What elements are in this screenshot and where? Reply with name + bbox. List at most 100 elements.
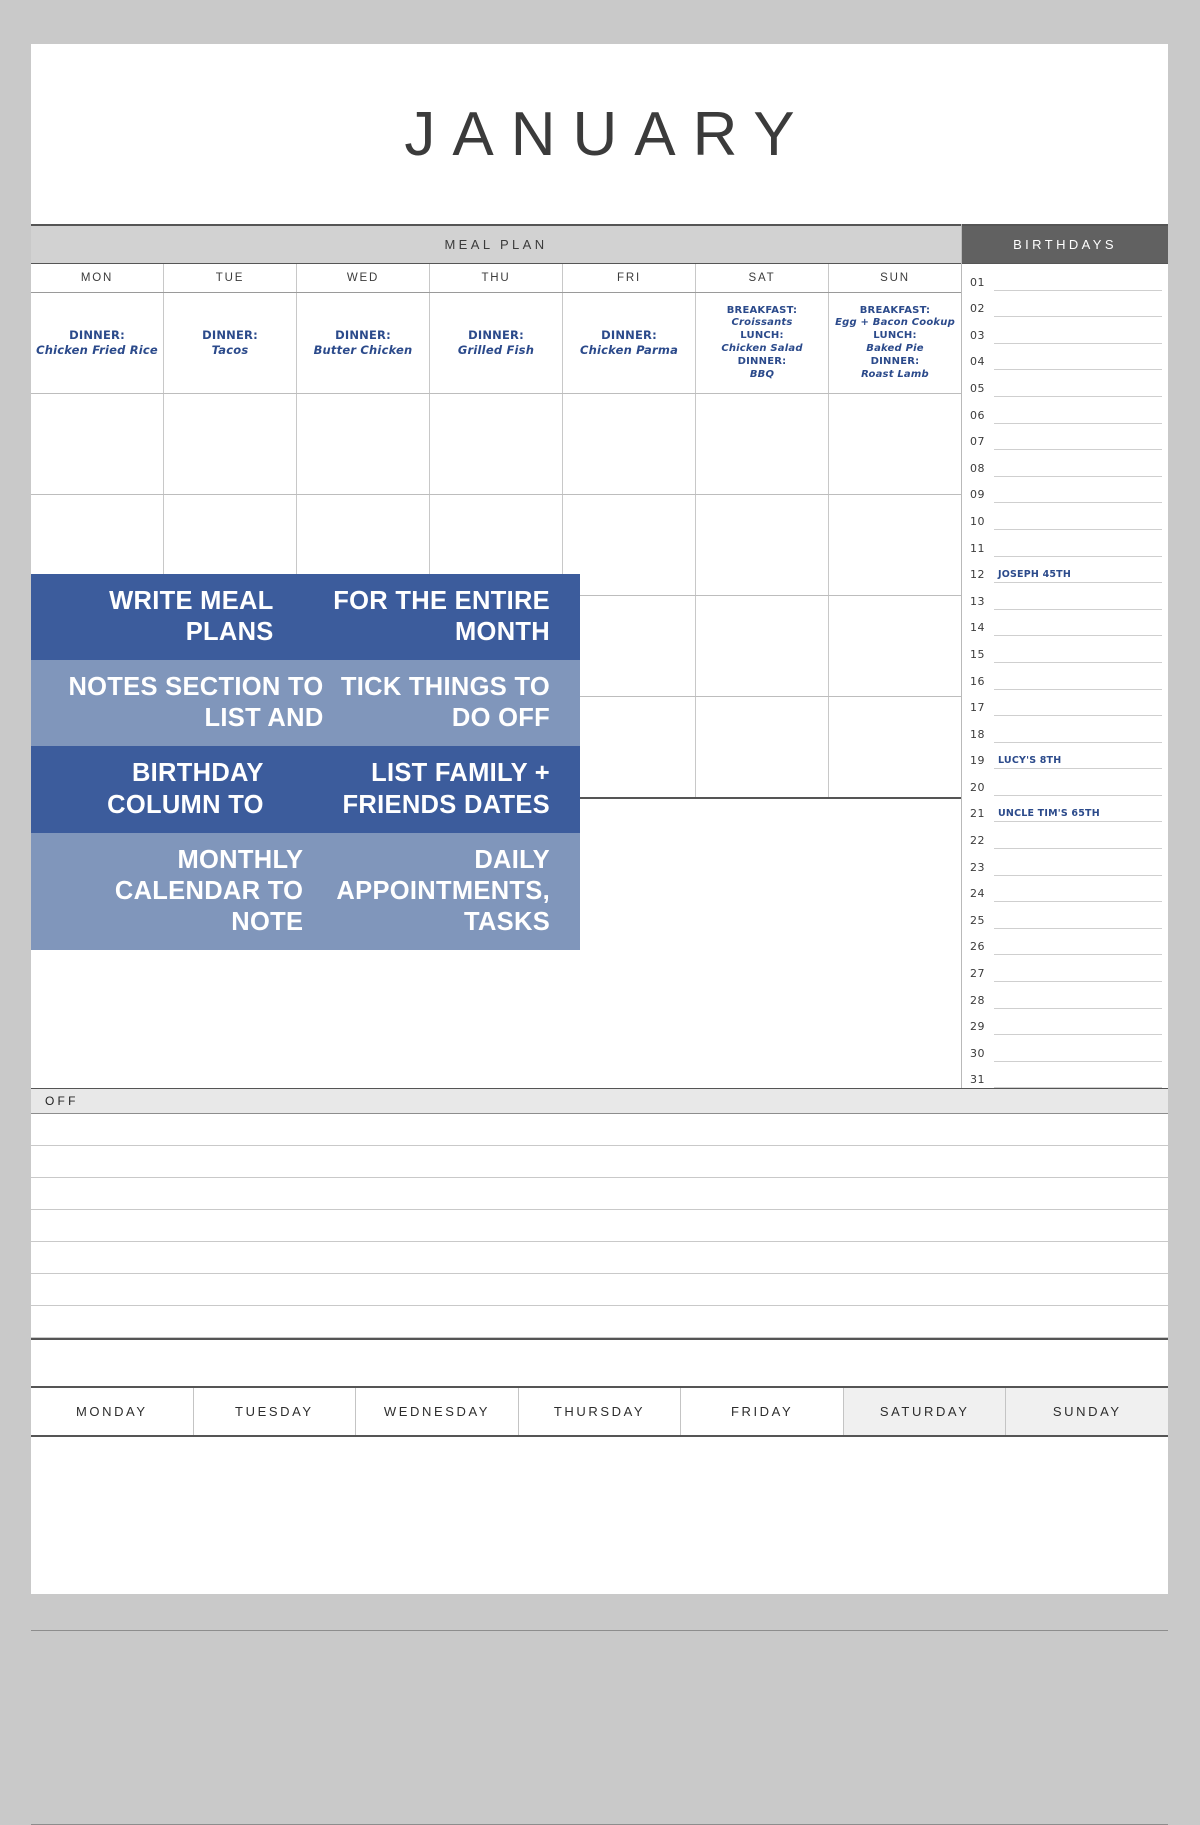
birthday-entry-line[interactable] — [994, 503, 1162, 530]
birthday-row[interactable]: 12 JOSEPH 45TH — [962, 557, 1168, 584]
meal-entry: BREAKFAST: Croissants LUNCH: Chicken Salad D… — [721, 304, 803, 380]
meal-plan-cell[interactable] — [696, 596, 829, 696]
meal-plan-cell[interactable] — [696, 697, 829, 797]
birthday-row[interactable]: 20 — [962, 769, 1168, 796]
birthday-row[interactable]: 03 — [962, 317, 1168, 344]
birthday-row[interactable]: 14 — [962, 610, 1168, 637]
birthday-entry-line[interactable] — [994, 1009, 1162, 1036]
birthday-row[interactable]: 13 — [962, 583, 1168, 610]
meal-plan-cell[interactable] — [696, 495, 829, 595]
birthday-row[interactable]: 31 — [962, 1062, 1168, 1089]
birthday-entry-line[interactable] — [994, 690, 1162, 717]
meal-plan-day-label: FRI — [563, 264, 696, 292]
birthday-entry-line[interactable] — [994, 1062, 1162, 1089]
birthday-entry-line[interactable]: UNCLE TIM'S 65TH — [994, 796, 1162, 823]
meal-plan-cell[interactable] — [31, 394, 164, 494]
birthday-entry-line[interactable] — [994, 982, 1162, 1009]
birthday-entry-line[interactable] — [994, 477, 1162, 504]
meal-plan-cell[interactable]: DINNER: Grilled Fish — [430, 293, 563, 393]
meal-plan-cell[interactable]: BREAKFAST: Egg + Bacon Cookup LUNCH: Baked … — [829, 293, 961, 393]
meal-plan-cell[interactable] — [563, 394, 696, 494]
birthday-entry-line[interactable] — [994, 955, 1162, 983]
birthday-row[interactable]: 15 — [962, 636, 1168, 663]
meal-plan-cell[interactable] — [563, 697, 696, 797]
birthday-entry-line[interactable] — [994, 929, 1162, 956]
birthday-row[interactable]: 25 — [962, 902, 1168, 929]
note-line[interactable] — [31, 1306, 1168, 1339]
birthday-entry-line[interactable] — [994, 663, 1162, 690]
birthday-row[interactable]: 08 — [962, 450, 1168, 477]
birthday-row[interactable]: 21 UNCLE TIM'S 65TH — [962, 796, 1168, 823]
meal-plan-cell[interactable] — [829, 495, 961, 595]
meal-plan-cell[interactable]: DINNER: Chicken Fried Rice — [31, 293, 164, 393]
note-line[interactable] — [31, 1242, 1168, 1275]
birthday-row[interactable]: 18 — [962, 716, 1168, 743]
calendar-day-label: SUNDAY — [1006, 1388, 1169, 1436]
birthday-row[interactable]: 16 — [962, 663, 1168, 690]
meal-plan-cell[interactable] — [829, 596, 961, 696]
birthday-entry-line[interactable] — [994, 902, 1162, 929]
note-line[interactable] — [31, 1178, 1168, 1211]
birthday-day-number: 11 — [970, 541, 985, 555]
birthday-row[interactable]: 07 — [962, 424, 1168, 451]
birthday-row[interactable]: 01 — [962, 264, 1168, 291]
birthday-entry-line[interactable] — [994, 583, 1162, 610]
birthday-entry-line[interactable] — [994, 876, 1162, 903]
birthday-entry-line[interactable] — [994, 370, 1162, 397]
birthday-entry-line[interactable] — [994, 1035, 1162, 1062]
meal-plan-cell[interactable] — [297, 394, 430, 494]
birthday-entry-line[interactable] — [994, 424, 1162, 451]
birthday-row[interactable]: 09 — [962, 477, 1168, 504]
meal-plan-cell[interactable] — [563, 495, 696, 595]
birthday-row[interactable]: 26 — [962, 929, 1168, 956]
birthday-row[interactable]: 19 LUCY'S 8TH — [962, 743, 1168, 770]
birthday-entry-line[interactable] — [994, 636, 1162, 663]
birthday-entry-line[interactable] — [994, 530, 1162, 557]
meal-plan-cell[interactable] — [829, 697, 961, 797]
birthday-row[interactable]: 24 — [962, 876, 1168, 903]
birthday-entry-line[interactable]: LUCY'S 8TH — [994, 743, 1162, 770]
birthday-entry-line[interactable] — [994, 344, 1162, 371]
birthday-entry-line[interactable] — [994, 397, 1162, 424]
birthday-row[interactable]: 04 — [962, 344, 1168, 371]
birthday-row[interactable]: 10 — [962, 503, 1168, 530]
birthday-row[interactable]: 22 — [962, 822, 1168, 850]
meal-plan-cell[interactable] — [696, 394, 829, 494]
note-line[interactable] — [31, 1274, 1168, 1307]
birthday-row[interactable]: 02 — [962, 291, 1168, 318]
meal-plan-cell[interactable] — [829, 394, 961, 494]
birthday-entry-line[interactable] — [994, 317, 1162, 344]
birthday-entry-line[interactable] — [994, 822, 1162, 850]
note-line[interactable] — [31, 1146, 1168, 1179]
birthday-row[interactable]: 30 — [962, 1035, 1168, 1062]
birthday-row[interactable]: 27 — [962, 955, 1168, 983]
birthday-row[interactable]: 17 — [962, 690, 1168, 717]
birthday-entry-line[interactable] — [994, 769, 1162, 796]
birthday-entry-line[interactable] — [994, 610, 1162, 637]
birthday-entry-line[interactable] — [994, 849, 1162, 876]
birthday-entry-line[interactable]: JOSEPH 45TH — [994, 557, 1162, 584]
note-line[interactable] — [31, 1210, 1168, 1243]
meal-plan-cell[interactable] — [563, 596, 696, 696]
meal-plan-cell[interactable]: DINNER: Tacos — [164, 293, 297, 393]
birthday-day-number: 18 — [970, 727, 985, 741]
meal-plan-cell[interactable]: DINNER: Chicken Parma — [563, 293, 696, 393]
meal-entry: DINNER: Chicken Parma — [579, 327, 679, 357]
birthday-entry-line[interactable] — [994, 716, 1162, 743]
meal-plan-cell[interactable]: DINNER: Butter Chicken — [297, 293, 430, 393]
meal-plan-cell[interactable]: BREAKFAST: Croissants LUNCH: Chicken Salad D… — [696, 293, 829, 393]
birthday-row[interactable]: 23 — [962, 849, 1168, 876]
meal-entry: DINNER: Tacos — [202, 327, 258, 357]
birthday-row[interactable]: 11 — [962, 530, 1168, 557]
birthday-row[interactable]: 28 — [962, 982, 1168, 1009]
birthday-entry-line[interactable] — [994, 291, 1162, 318]
birthday-row[interactable]: 06 — [962, 397, 1168, 424]
birthday-row[interactable]: 05 — [962, 370, 1168, 397]
birthday-entry-line[interactable] — [994, 450, 1162, 477]
meal-plan-day-label: WED — [297, 264, 430, 292]
birthday-row[interactable]: 29 — [962, 1009, 1168, 1036]
meal-plan-cell[interactable] — [164, 394, 297, 494]
birthday-entry-line[interactable] — [994, 264, 1162, 291]
meal-plan-cell[interactable] — [430, 394, 563, 494]
note-line[interactable] — [31, 1114, 1168, 1147]
